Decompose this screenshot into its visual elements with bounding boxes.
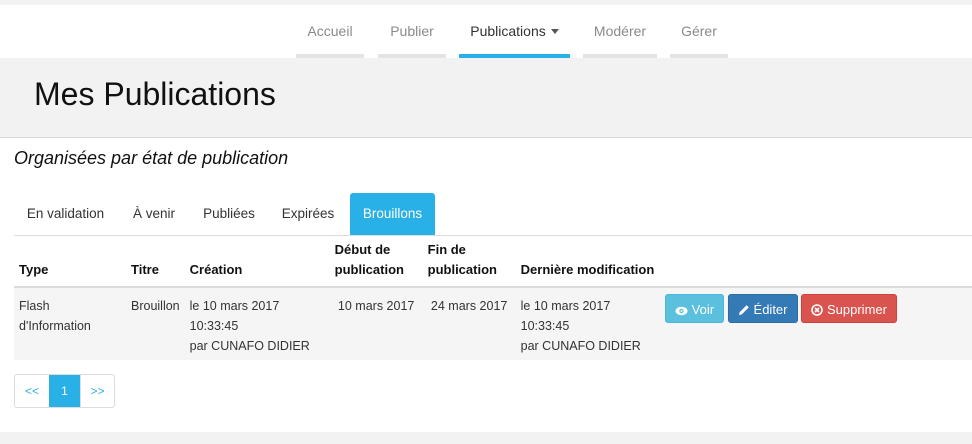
nav-item-label: Modérer (593, 23, 647, 39)
column-header-titre: Titre (126, 236, 185, 288)
column-header-actions (659, 236, 972, 288)
table-row: Flash d'Information Brouillon le 10 mars… (14, 287, 972, 360)
delete-button[interactable]: Supprimer (800, 294, 897, 323)
cell-fin: 24 mars 2017 (422, 287, 516, 360)
main-content: Organisées par état de publication En va… (0, 138, 972, 432)
header-line: publication (334, 262, 404, 277)
tab-label: Publiées (203, 206, 255, 221)
page-subtitle: Organisées par état de publication (14, 148, 289, 168)
circle-x-icon (811, 304, 823, 316)
page-header: Mes Publications (0, 58, 972, 138)
nav-item-moderer[interactable]: Modérer (583, 5, 657, 58)
cell-titre: Brouillon (126, 287, 185, 360)
nav-item-publications[interactable]: Publications (459, 5, 570, 58)
nav-item-accueil[interactable]: Accueil (296, 5, 364, 58)
edit-button-label: Éditer (753, 302, 788, 317)
column-header-fin: Fin de publication (422, 236, 516, 288)
view-button-label: Voir (691, 302, 715, 317)
eye-icon (675, 306, 688, 316)
tab-expirees[interactable]: Expirées (272, 193, 344, 234)
tab-label: Expirées (281, 206, 335, 221)
caret-down-icon (550, 29, 559, 34)
cell-modification: le 10 mars 2017 10:33:45 par CUNAFO DIDI… (515, 287, 660, 360)
main-navbar: Accueil Publier Publications Modérer Gér… (0, 5, 972, 58)
header-line: Début de (334, 242, 391, 257)
pagination-next[interactable]: >> (80, 375, 114, 407)
pagination-prev[interactable]: << (15, 375, 49, 407)
status-tabs: En validation À venir Publiées Expirées … (14, 193, 972, 236)
column-header-type: Type (14, 236, 126, 288)
nav-item-publier[interactable]: Publier (378, 5, 446, 58)
cell-type: Flash d'Information (14, 287, 126, 360)
cell-actions: Voir Éditer Supprimer (659, 287, 972, 360)
cell-debut: 10 mars 2017 (329, 287, 423, 360)
nav-item-gerer[interactable]: Gérer (670, 5, 728, 58)
tab-a-venir[interactable]: À venir (122, 193, 186, 234)
nav-item-label: Publier (390, 23, 434, 39)
nav-item-label: Publications (470, 23, 546, 39)
tab-en-validation[interactable]: En validation (14, 193, 117, 234)
cell-creation: le 10 mars 2017 10:33:45 par CUNAFO DIDI… (184, 287, 330, 360)
tab-label: Brouillons (362, 206, 423, 221)
tab-brouillons[interactable]: Brouillons (350, 193, 435, 235)
column-header-creation: Création (184, 236, 330, 288)
pagination: << 1 >> (14, 374, 115, 408)
nav-item-label: Accueil (307, 23, 353, 39)
header-line: Fin de (427, 242, 466, 257)
column-header-modification: Dernière modification (515, 236, 660, 288)
nav-item-label: Gérer (681, 23, 717, 39)
publications-table: Type Titre Création Début de publication… (14, 236, 972, 360)
view-button[interactable]: Voir (664, 294, 725, 323)
page-title: Mes Publications (34, 76, 276, 112)
modification-date: le 10 mars 2017 10:33:45 (520, 299, 611, 333)
delete-button-label: Supprimer (826, 302, 887, 317)
creation-author: par CUNAFO DIDIER (189, 339, 310, 353)
table-header-row: Type Titre Création Début de publication… (14, 236, 972, 288)
tab-publiees[interactable]: Publiées (194, 193, 264, 234)
column-header-debut: Début de publication (329, 236, 423, 288)
tab-label: À venir (132, 206, 176, 221)
creation-date: le 10 mars 2017 10:33:45 (189, 299, 280, 333)
modification-author: par CUNAFO DIDIER (520, 339, 641, 353)
pencil-icon (738, 305, 749, 315)
header-line: publication (427, 262, 497, 277)
tab-label: En validation (26, 206, 105, 221)
pagination-page-current[interactable]: 1 (49, 375, 80, 407)
edit-button[interactable]: Éditer (727, 294, 798, 323)
